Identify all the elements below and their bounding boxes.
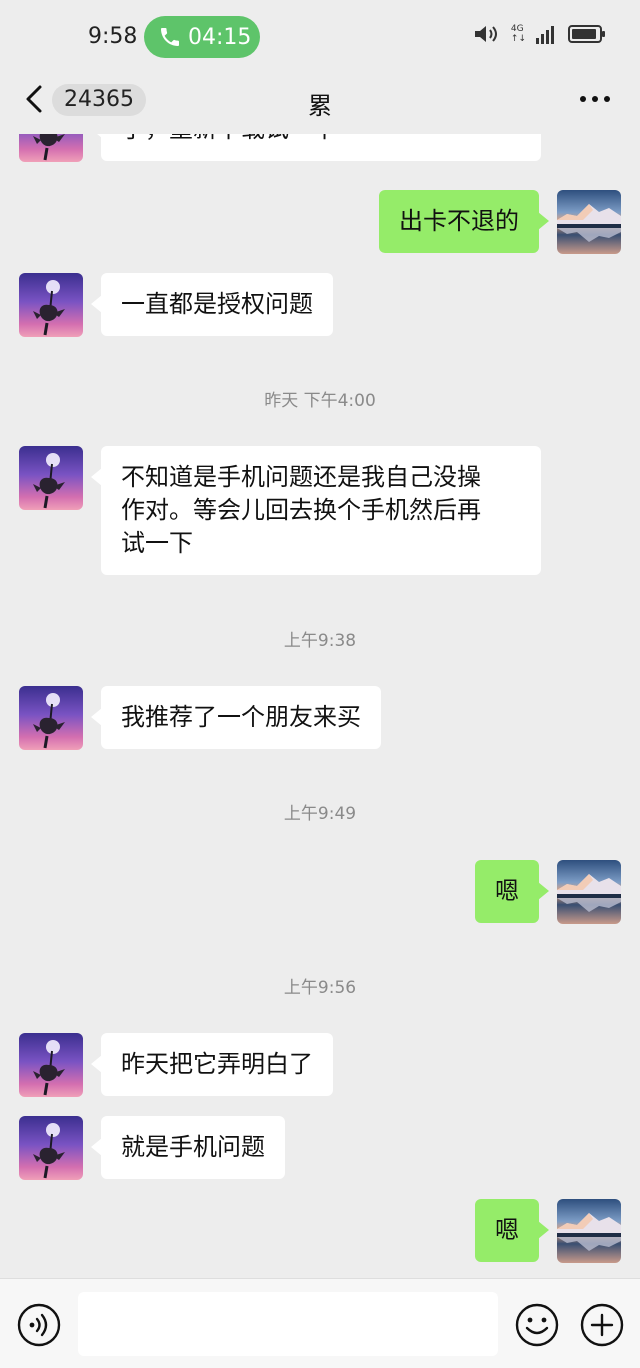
message-line: 不知道是手机问题还是我自己没操 [121,463,481,491]
contact-avatar[interactable] [19,446,83,510]
time-divider: 上午9:49 [283,804,357,824]
time-divider: 昨天 下午4:00 [264,391,376,411]
my-avatar[interactable] [557,860,621,924]
signal-icon [536,26,554,44]
volume-icon [474,26,497,42]
message-bubble[interactable]: 我推荐了一个朋友来买 [91,686,381,749]
message-bubble[interactable]: 嗯 [475,860,549,923]
back-arrow-icon[interactable] [22,84,48,114]
network-type: 4G ↑↓ [511,24,526,44]
message-bubble[interactable]: 就是手机问题 [91,1116,285,1179]
message-bubble[interactable]: 昨天把它弄明白了 [91,1033,333,1096]
contact-avatar[interactable] [19,686,83,750]
message-line: 作对。等会儿回去换个手机然后再 [121,496,481,524]
my-avatar[interactable] [557,1199,621,1263]
unread-count-badge[interactable]: 24365 [52,84,146,116]
ongoing-call-pill[interactable]: 04:15 [144,16,260,58]
time-divider: 上午9:56 [283,978,357,998]
system-icons: 4G ↑↓ [473,24,606,44]
status-bar: 9:58 04:15 4G ↑↓ [0,0,640,74]
message-bubble[interactable]: 一直都是授权问题 [91,273,333,336]
emoji-icon[interactable] [515,1303,559,1347]
status-time: 9:58 [88,24,138,49]
voice-input-icon[interactable] [17,1303,61,1347]
contact-avatar[interactable] [19,1033,83,1097]
battery-icon [568,25,605,43]
chat-input-bar [0,1278,640,1368]
contact-avatar[interactable] [19,1116,83,1180]
plus-icon[interactable] [580,1303,624,1347]
message-bubble[interactable]: 出卡不退的 [379,190,549,253]
chat-header: 累 24365 [0,74,640,134]
phone-icon [161,28,179,46]
network-label-bottom: ↑↓ [510,34,526,44]
message-list[interactable]: 了，重新下载试一下 出卡不退的 一直都是授权问题 昨天 下午4:00 不知道是手… [0,134,640,1278]
time-divider: 上午9:38 [283,631,357,651]
message-bubble[interactable]: 不知道是手机问题还是我自己没操 作对。等会儿回去换个手机然后再 试一下 [91,446,541,575]
contact-avatar[interactable] [19,134,83,162]
message-line: 试一下 [121,529,193,557]
message-input[interactable] [78,1292,498,1356]
more-options-icon[interactable] [578,92,612,106]
call-duration: 04:15 [188,24,252,50]
message-bubble[interactable]: 嗯 [475,1199,549,1262]
network-label-top: 4G [510,24,524,34]
message-bubble[interactable]: 了，重新下载试一下 [91,134,541,161]
contact-avatar[interactable] [19,273,83,337]
my-avatar[interactable] [557,190,621,254]
